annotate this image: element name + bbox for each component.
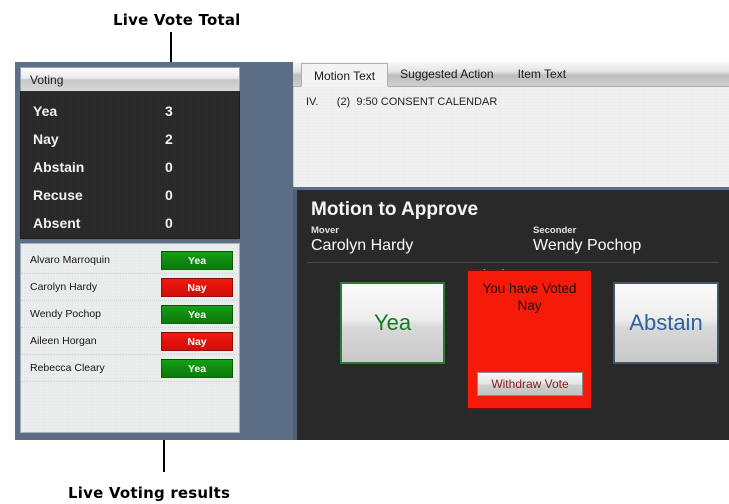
voting-panel-header: Voting [20, 67, 240, 91]
seconder-name: Wendy Pochop [533, 237, 642, 254]
yea-button[interactable]: Yea [340, 282, 445, 364]
member-vote-badge: Yea [161, 250, 233, 270]
tab-suggested-action[interactable]: Suggested Action [388, 62, 505, 86]
vote-total-value: 0 [165, 187, 173, 203]
vote-total-row: Yea 3 [21, 97, 239, 125]
motion-detail-region: Motion Text Suggested Action Item Text I… [293, 62, 729, 440]
list-item[interactable]: Wendy Pochop Yea [21, 301, 239, 328]
mover-role-label: Mover [311, 225, 339, 236]
member-vote-badge: Yea [161, 358, 233, 378]
vote-total-value: 2 [165, 131, 173, 147]
vote-button-group: Yea You have Voted Nay Withdraw Vote Abs… [297, 268, 729, 438]
voting-sidebar: Voting Yea 3 Nay 2 Abstain 0 Recuse 0 Ab… [20, 67, 240, 435]
motion-participants: Mover Carolyn Hardy Seconder Wendy Pocho… [311, 225, 729, 255]
vote-total-row: Recuse 0 [21, 181, 239, 209]
motion-tab-bar: Motion Text Suggested Action Item Text [293, 62, 729, 87]
list-item[interactable]: Carolyn Hardy Nay [21, 274, 239, 301]
member-vote-badge: Yea [161, 304, 233, 324]
vote-total-row: Abstain 0 [21, 153, 239, 181]
vote-total-label: Nay [33, 131, 59, 147]
vote-totals-panel: Yea 3 Nay 2 Abstain 0 Recuse 0 Absent 0 [20, 91, 240, 239]
voted-message: You have Voted Nay [482, 281, 577, 313]
vote-total-label: Absent [33, 215, 81, 231]
member-name: Carolyn Hardy [30, 281, 98, 293]
vote-total-value: 0 [165, 159, 173, 175]
vote-total-value: 3 [165, 103, 173, 119]
member-vote-list[interactable]: Alvaro Marroquin Yea Carolyn Hardy Nay W… [20, 243, 240, 433]
divider [307, 262, 719, 263]
voting-application-window: Voting Yea 3 Nay 2 Abstain 0 Recuse 0 Ab… [15, 62, 729, 440]
member-name: Wendy Pochop [30, 308, 102, 320]
motion-title: Motion to Approve [311, 199, 479, 220]
list-item[interactable]: Aileen Horgan Nay [21, 328, 239, 355]
member-name: Rebecca Cleary [30, 362, 105, 374]
member-vote-badge: Nay [161, 331, 233, 351]
motion-text-content: IV. (2) 9:50 CONSENT CALENDAR [293, 87, 729, 187]
motion-summary-panel: Motion to Approve Mover Carolyn Hardy Se… [293, 190, 729, 440]
motion-text-line: IV. (2) 9:50 CONSENT CALENDAR [306, 96, 498, 108]
mover-block: Mover Carolyn Hardy [311, 225, 533, 255]
withdraw-vote-button[interactable]: Withdraw Vote [477, 372, 583, 396]
vote-total-value: 0 [165, 215, 173, 231]
mover-name: Carolyn Hardy [311, 237, 414, 254]
seconder-block: Seconder Wendy Pochop [533, 225, 641, 255]
annotation-label-live-vote-total: Live Vote Total [113, 11, 241, 29]
list-item[interactable]: Rebecca Cleary Yea [21, 355, 239, 382]
tab-motion-text[interactable]: Motion Text [301, 63, 389, 87]
list-item[interactable]: Alvaro Marroquin Yea [21, 247, 239, 274]
vote-total-label: Abstain [33, 159, 85, 175]
voting-panel-title: Voting [30, 72, 64, 87]
member-name: Alvaro Marroquin [30, 254, 110, 266]
voted-confirmation-panel: You have Voted Nay Withdraw Vote [467, 270, 592, 409]
annotation-label-live-voting-results: Live Voting results [68, 484, 231, 502]
vote-total-label: Yea [33, 103, 58, 119]
vote-total-row: Absent 0 [21, 209, 239, 237]
vote-total-row: Nay 2 [21, 125, 239, 153]
abstain-button[interactable]: Abstain [613, 282, 719, 364]
tab-item-text[interactable]: Item Text [506, 62, 578, 86]
vote-total-label: Recuse [33, 187, 83, 203]
member-name: Aileen Horgan [30, 335, 97, 347]
member-vote-badge: Nay [161, 277, 233, 297]
seconder-role-label: Seconder [533, 225, 577, 236]
